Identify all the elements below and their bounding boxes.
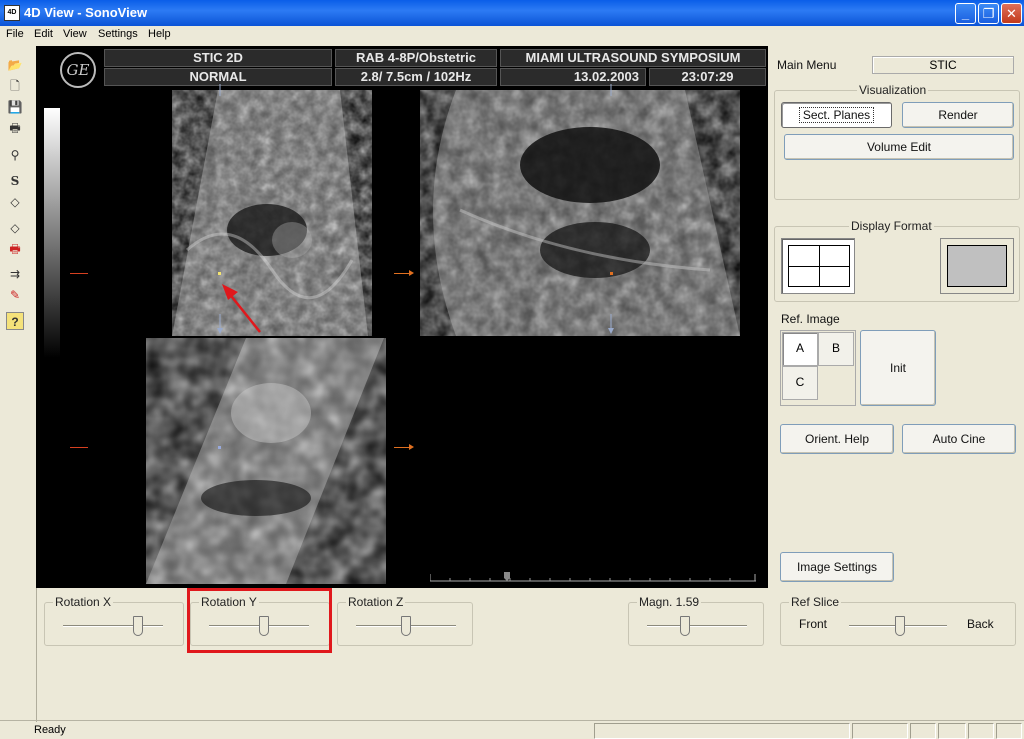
status-bar: Ready [0, 720, 1024, 739]
rotation-z-label: Rotation Z [346, 595, 406, 609]
sect-planes-label: Sect. Planes [798, 107, 875, 123]
new-document-icon[interactable]: 🗋 [6, 77, 24, 95]
window-title: 4D View - SonoView [24, 5, 148, 20]
slider-thumb[interactable] [133, 616, 143, 636]
main-menu-field[interactable]: STIC [872, 56, 1014, 74]
app-icon: 4D [4, 5, 20, 21]
rotation-z-slider[interactable] [356, 616, 456, 636]
status-panel [968, 723, 994, 739]
single-layout-icon [947, 245, 1007, 287]
quad-divider-h [789, 266, 849, 267]
open-folder-icon[interactable]: 📂 [6, 56, 24, 74]
minimize-button[interactable]: _ [955, 3, 976, 24]
slider-thumb[interactable] [680, 616, 690, 636]
display-format-label: Display Format [849, 219, 934, 233]
menu-bar: File Edit View Settings Help [0, 26, 1024, 44]
ref-slice-back-label: Back [967, 617, 994, 631]
rotation-z-group: Rotation Z [337, 595, 473, 646]
ref-image-b-button[interactable]: B [818, 332, 854, 366]
main-menu-label: Main Menu [777, 58, 837, 72]
init-button[interactable]: Init [860, 330, 936, 406]
magnification-label: Magn. 1.59 [637, 595, 702, 609]
rotation-x-label: Rotation X [53, 595, 114, 609]
ref-image-c-button[interactable]: C [782, 366, 818, 400]
annotation-arrow-icon [217, 84, 614, 334]
ref-image-a-button[interactable]: A [782, 332, 818, 366]
slice-icon[interactable]: ◇ [6, 193, 24, 211]
status-panel [938, 723, 966, 739]
auto-cine-button[interactable]: Auto Cine [902, 424, 1016, 454]
status-text: Ready [34, 724, 66, 736]
magnification-slider[interactable] [647, 616, 747, 636]
rotation-x-slider[interactable] [63, 616, 163, 636]
render-button[interactable]: Render [902, 102, 1014, 128]
ref-image-label: Ref. Image [781, 312, 840, 326]
visualization-label: Visualization [857, 83, 929, 97]
menu-file[interactable]: File [6, 28, 24, 40]
menu-edit[interactable]: Edit [34, 28, 53, 40]
ref-slice-label: Ref Slice [789, 595, 842, 609]
help-icon[interactable]: ? [6, 312, 24, 330]
status-panel [594, 723, 850, 739]
slice-alt-icon[interactable]: ◇ [6, 219, 24, 237]
report-edit-icon[interactable]: ✎ [6, 286, 24, 304]
measure-icon[interactable]: ⇉ [6, 265, 24, 283]
single-layout-button[interactable] [940, 238, 1014, 294]
image-settings-button[interactable]: Image Settings [780, 552, 894, 582]
ref-slice-group: Ref Slice Front Back [780, 595, 1016, 646]
rotation-y-highlight [187, 588, 332, 653]
maximize-button[interactable]: ❐ [978, 3, 999, 24]
slider-track [647, 625, 747, 627]
sect-planes-button[interactable]: Sect. Planes [781, 102, 892, 128]
status-panel [910, 723, 936, 739]
close-button[interactable]: ✕ [1001, 3, 1022, 24]
print-report-icon[interactable]: 🖶 [6, 240, 24, 258]
menu-help[interactable]: Help [148, 28, 171, 40]
title-bar: 4D 4D View - SonoView _ ❐ ✕ [0, 0, 1024, 26]
cine-timeline[interactable] [430, 572, 756, 582]
slider-thumb[interactable] [401, 616, 411, 636]
slider-track [63, 625, 163, 627]
ref-slice-front-label: Front [799, 617, 828, 631]
status-panel [852, 723, 908, 739]
slider-thumb[interactable] [894, 616, 905, 636]
quad-layout-button[interactable] [781, 238, 855, 294]
orient-help-button[interactable]: Orient. Help [780, 424, 894, 454]
volume-edit-button[interactable]: Volume Edit [784, 134, 1014, 160]
s-icon[interactable]: S [6, 172, 24, 190]
save-icon[interactable]: 💾 [6, 98, 24, 116]
menu-view[interactable]: View [63, 28, 87, 40]
patient-icon[interactable]: ⚲ [6, 146, 24, 164]
rotation-x-group: Rotation X [44, 595, 184, 646]
magnification-group: Magn. 1.59 [628, 595, 764, 646]
ref-slice-slider[interactable] [849, 616, 947, 636]
menu-settings[interactable]: Settings [98, 28, 138, 40]
quad-layout-icon [788, 245, 850, 287]
ultrasound-viewport[interactable]: GE STIC 2D NORMAL RAB 4-8P/Obstetric 2.8… [36, 46, 768, 588]
print-icon[interactable]: 🖶 [6, 119, 24, 137]
status-panel [996, 723, 1022, 739]
